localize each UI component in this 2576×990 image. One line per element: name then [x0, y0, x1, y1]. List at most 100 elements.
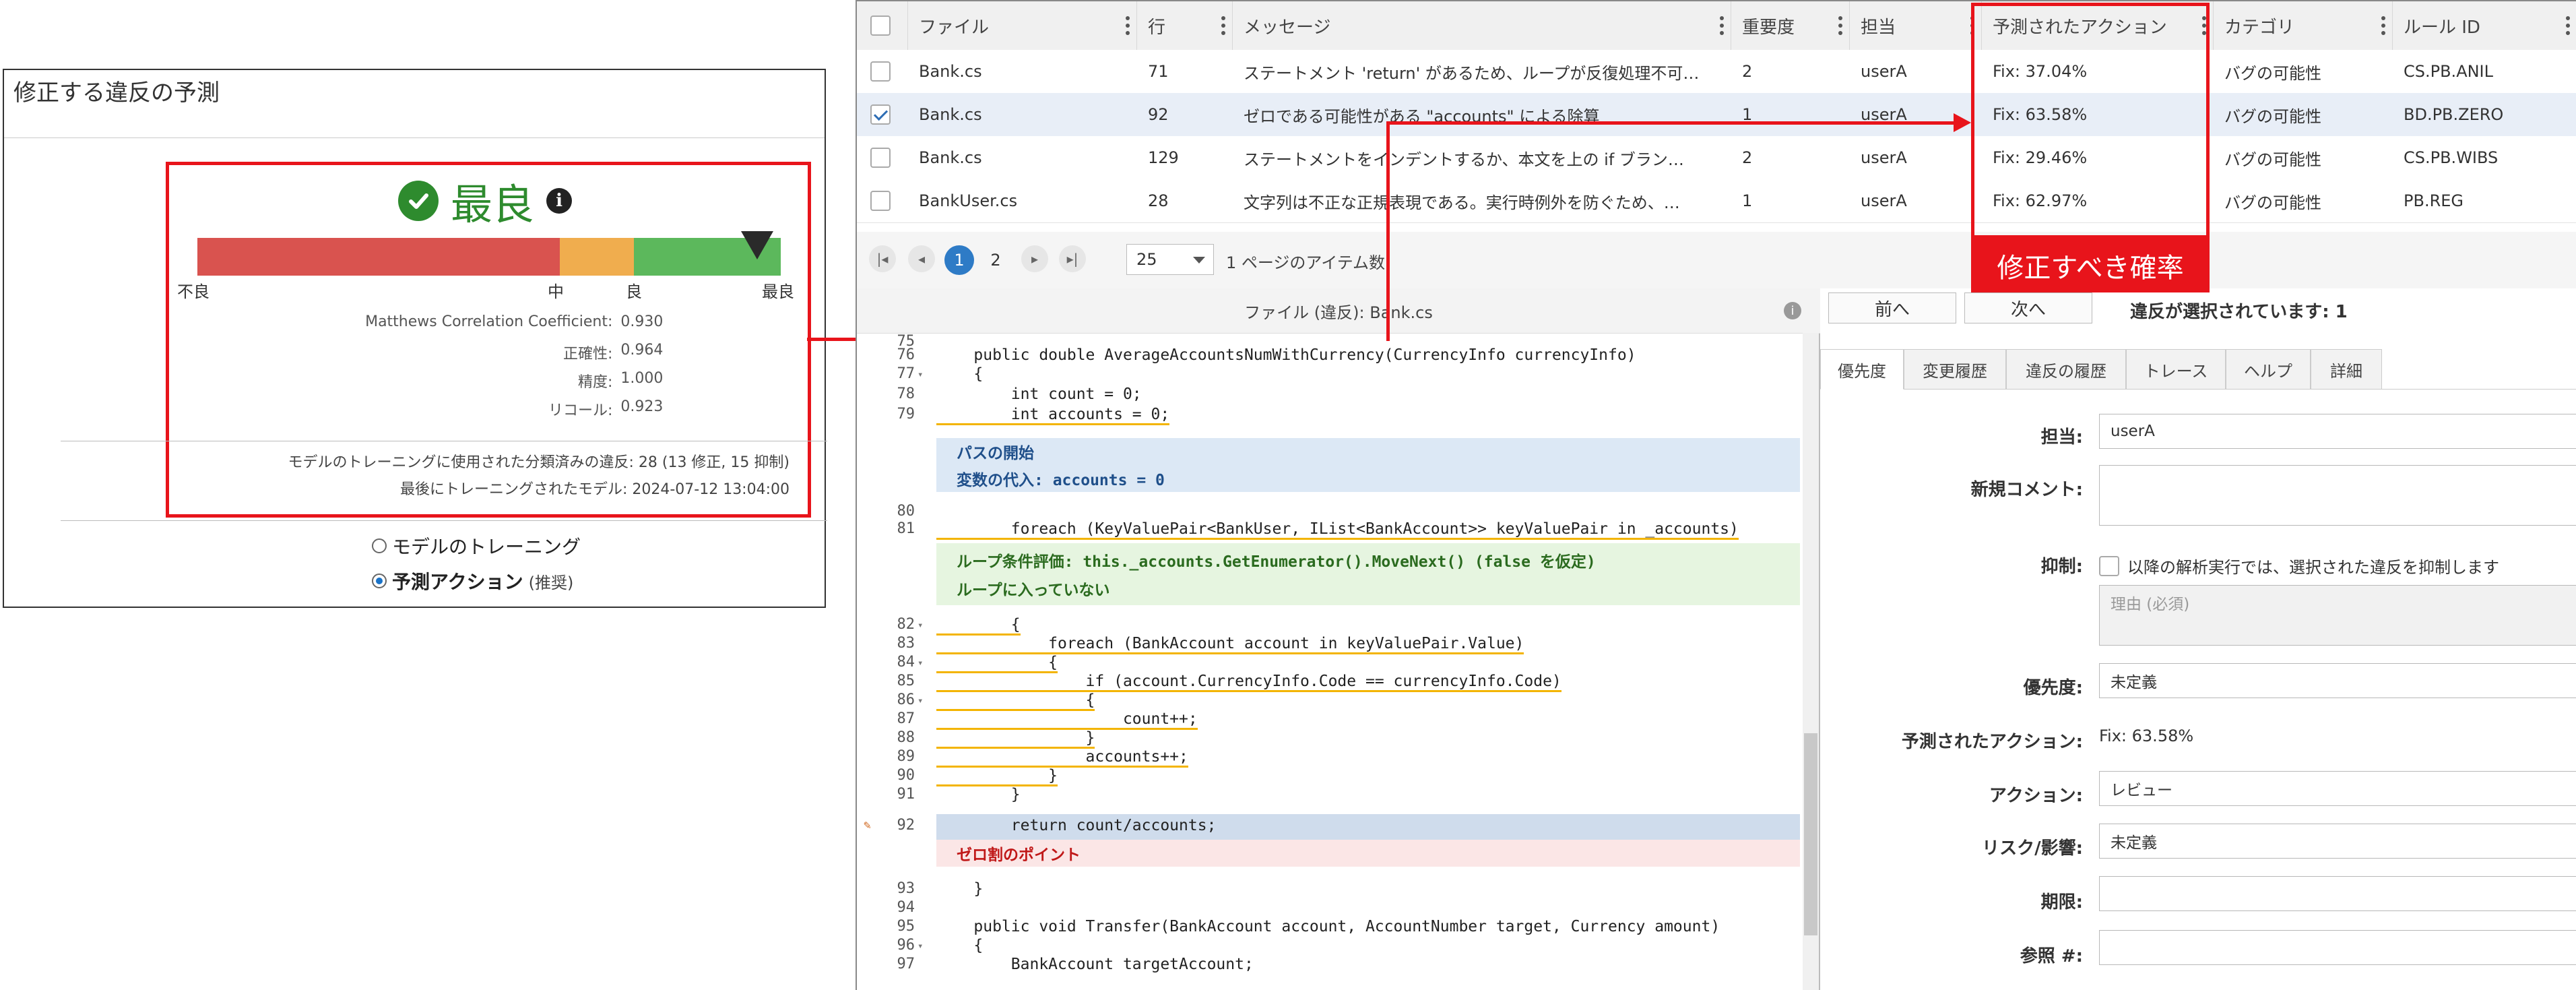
- gauge-segment-bad: [197, 238, 560, 276]
- cell-file: Bank.cs: [919, 105, 982, 124]
- code-text: }: [936, 880, 984, 898]
- divider: [61, 520, 827, 521]
- page-number-current[interactable]: 1: [944, 245, 974, 275]
- checkbox[interactable]: [870, 191, 891, 211]
- metric-row: 正確性: 0.964: [196, 342, 721, 371]
- row-select[interactable]: [857, 179, 908, 222]
- code-text: int accounts = 0;: [936, 406, 1170, 425]
- cell-message: 文字列は不正な正規表現である。実行時例外を防ぐため、…: [1244, 193, 1680, 212]
- table-row[interactable]: BankUser.cs 28 文字列は不正な正規表現である。実行時例外を防ぐため…: [857, 179, 2576, 223]
- prediction-panel: 修正する違反の予測 最良 i 不良 中 良 最良 Matthews Correl…: [3, 69, 827, 608]
- code-line: 78 int count = 0;: [857, 385, 1807, 406]
- column-header-severity[interactable]: 重要度: [1731, 1, 1850, 50]
- page-size-select[interactable]: 25: [1126, 244, 1214, 275]
- column-menu-icon[interactable]: [1838, 16, 1842, 35]
- fold-icon[interactable]: ▾: [917, 658, 923, 669]
- line-number: 91: [897, 786, 915, 803]
- column-header-category[interactable]: カテゴリ: [2214, 1, 2393, 50]
- tab-change-history[interactable]: 変更履歴: [1904, 349, 2006, 390]
- last-page-icon[interactable]: ▸|: [1059, 245, 1086, 272]
- tab-priority[interactable]: 優先度: [1820, 349, 1904, 390]
- priority-select[interactable]: 未定義: [2099, 663, 2576, 698]
- suppress-checkbox[interactable]: [2099, 555, 2119, 576]
- column-menu-icon[interactable]: [1720, 16, 1724, 35]
- code-line: 79 int accounts = 0;: [857, 406, 1807, 426]
- code-line: 89 accounts++;: [857, 748, 1807, 768]
- suppress-reason-field[interactable]: 理由 (必須): [2099, 585, 2576, 646]
- code-line: 88 }: [857, 729, 1807, 749]
- tab-violation-history[interactable]: 違反の履歴: [2006, 349, 2126, 390]
- column-menu-icon[interactable]: [1126, 16, 1130, 35]
- next-button[interactable]: 次へ: [1964, 292, 2092, 323]
- row-select[interactable]: [857, 93, 908, 136]
- header-select-all[interactable]: [857, 1, 908, 50]
- column-header-owner[interactable]: 担当: [1850, 1, 1982, 50]
- fold-icon[interactable]: ▾: [917, 941, 923, 952]
- table-row-selected[interactable]: Bank.cs 92 ゼロである可能性がある "accounts" による除算 …: [857, 93, 2576, 137]
- prev-page-icon[interactable]: ◂: [908, 245, 935, 272]
- action-label: アクション:: [1989, 786, 2083, 806]
- code-text: {: [936, 937, 984, 954]
- column-header-rule-id[interactable]: ルール ID: [2393, 1, 2576, 50]
- suppress-option[interactable]: 以降の解析実行では、選択された違反を抑制します: [2099, 554, 2499, 578]
- code-text: int count = 0;: [936, 385, 1142, 403]
- action-select[interactable]: レビュー: [2099, 771, 2576, 806]
- prev-button[interactable]: 前へ: [1828, 292, 1956, 323]
- fold-icon[interactable]: ▾: [917, 369, 923, 380]
- info-icon[interactable]: i: [546, 188, 573, 214]
- column-menu-icon[interactable]: [2566, 16, 2570, 35]
- line-number: 77: [897, 365, 915, 382]
- model-status: 最良 i: [398, 171, 573, 231]
- gauge-pointer: [741, 231, 774, 259]
- risk-select[interactable]: 未定義: [2099, 824, 2576, 859]
- cell-category: バグの可能性: [2224, 150, 2321, 169]
- radio-train-model[interactable]: モデルのトレーニング: [372, 532, 581, 559]
- tab-trace[interactable]: トレース: [2126, 349, 2226, 390]
- checkbox-checked[interactable]: [870, 104, 891, 125]
- checkbox[interactable]: [870, 61, 891, 82]
- gauge-tick-best: 最良: [762, 282, 794, 301]
- row-select[interactable]: [857, 136, 908, 179]
- line-number: 78: [897, 385, 915, 402]
- info-icon[interactable]: i: [1784, 302, 1801, 319]
- table-row[interactable]: Bank.cs 129 ステートメントをインデントするか、本文を上の if ブラ…: [857, 136, 2576, 180]
- owner-field[interactable]: userA: [2099, 414, 2576, 449]
- tab-details[interactable]: 詳細: [2311, 349, 2382, 390]
- line-number: 89: [897, 748, 915, 765]
- new-comment-field[interactable]: [2099, 465, 2576, 526]
- checkbox[interactable]: [870, 16, 891, 36]
- next-page-icon[interactable]: ▸: [1021, 245, 1048, 272]
- items-per-page-label: 1 ページのアイテム数: [1226, 253, 1386, 272]
- code-text: count++;: [936, 710, 1198, 730]
- line-number: 88: [897, 729, 915, 746]
- code-line: 81 foreach (KeyValuePair<BankUser, IList…: [857, 520, 1807, 540]
- page-number[interactable]: 2: [981, 245, 1010, 275]
- column-menu-icon[interactable]: [2381, 16, 2385, 35]
- annotation-var-assign: 変数の代入: accounts = 0: [957, 472, 1165, 489]
- reference-field[interactable]: [2099, 930, 2576, 965]
- column-label: 行: [1148, 17, 1166, 38]
- row-select[interactable]: [857, 50, 908, 93]
- cell-line: 92: [1148, 105, 1169, 124]
- column-menu-icon[interactable]: [1221, 16, 1225, 35]
- checkbox[interactable]: [870, 148, 891, 168]
- radio-predict-action[interactable]: 予測アクション (推奨): [372, 567, 573, 594]
- code-text: public double AverageAccountsNumWithCurr…: [936, 346, 1636, 364]
- metric-label: リコール:: [548, 402, 613, 419]
- deadline-field[interactable]: [2099, 876, 2576, 911]
- quality-gauge: [197, 238, 781, 276]
- fold-icon[interactable]: ▾: [917, 695, 923, 706]
- column-header-message[interactable]: メッセージ: [1233, 1, 1731, 50]
- tab-help[interactable]: ヘルプ: [2226, 349, 2311, 390]
- code-text: return count/accounts;: [936, 817, 1217, 834]
- line-number: 80: [897, 503, 915, 520]
- fold-icon[interactable]: ▾: [917, 620, 923, 631]
- code-scrollbar-thumb[interactable]: [1804, 733, 1817, 935]
- first-page-icon[interactable]: |◂: [869, 245, 896, 272]
- column-header-line[interactable]: 行: [1137, 1, 1233, 50]
- column-header-file[interactable]: ファイル: [908, 1, 1137, 50]
- line-number: 85: [897, 673, 915, 689]
- table-row[interactable]: Bank.cs 71 ステートメント 'return' があるため、ループが反復…: [857, 50, 2576, 94]
- radio-button[interactable]: [372, 538, 387, 553]
- radio-button-selected[interactable]: [372, 574, 387, 588]
